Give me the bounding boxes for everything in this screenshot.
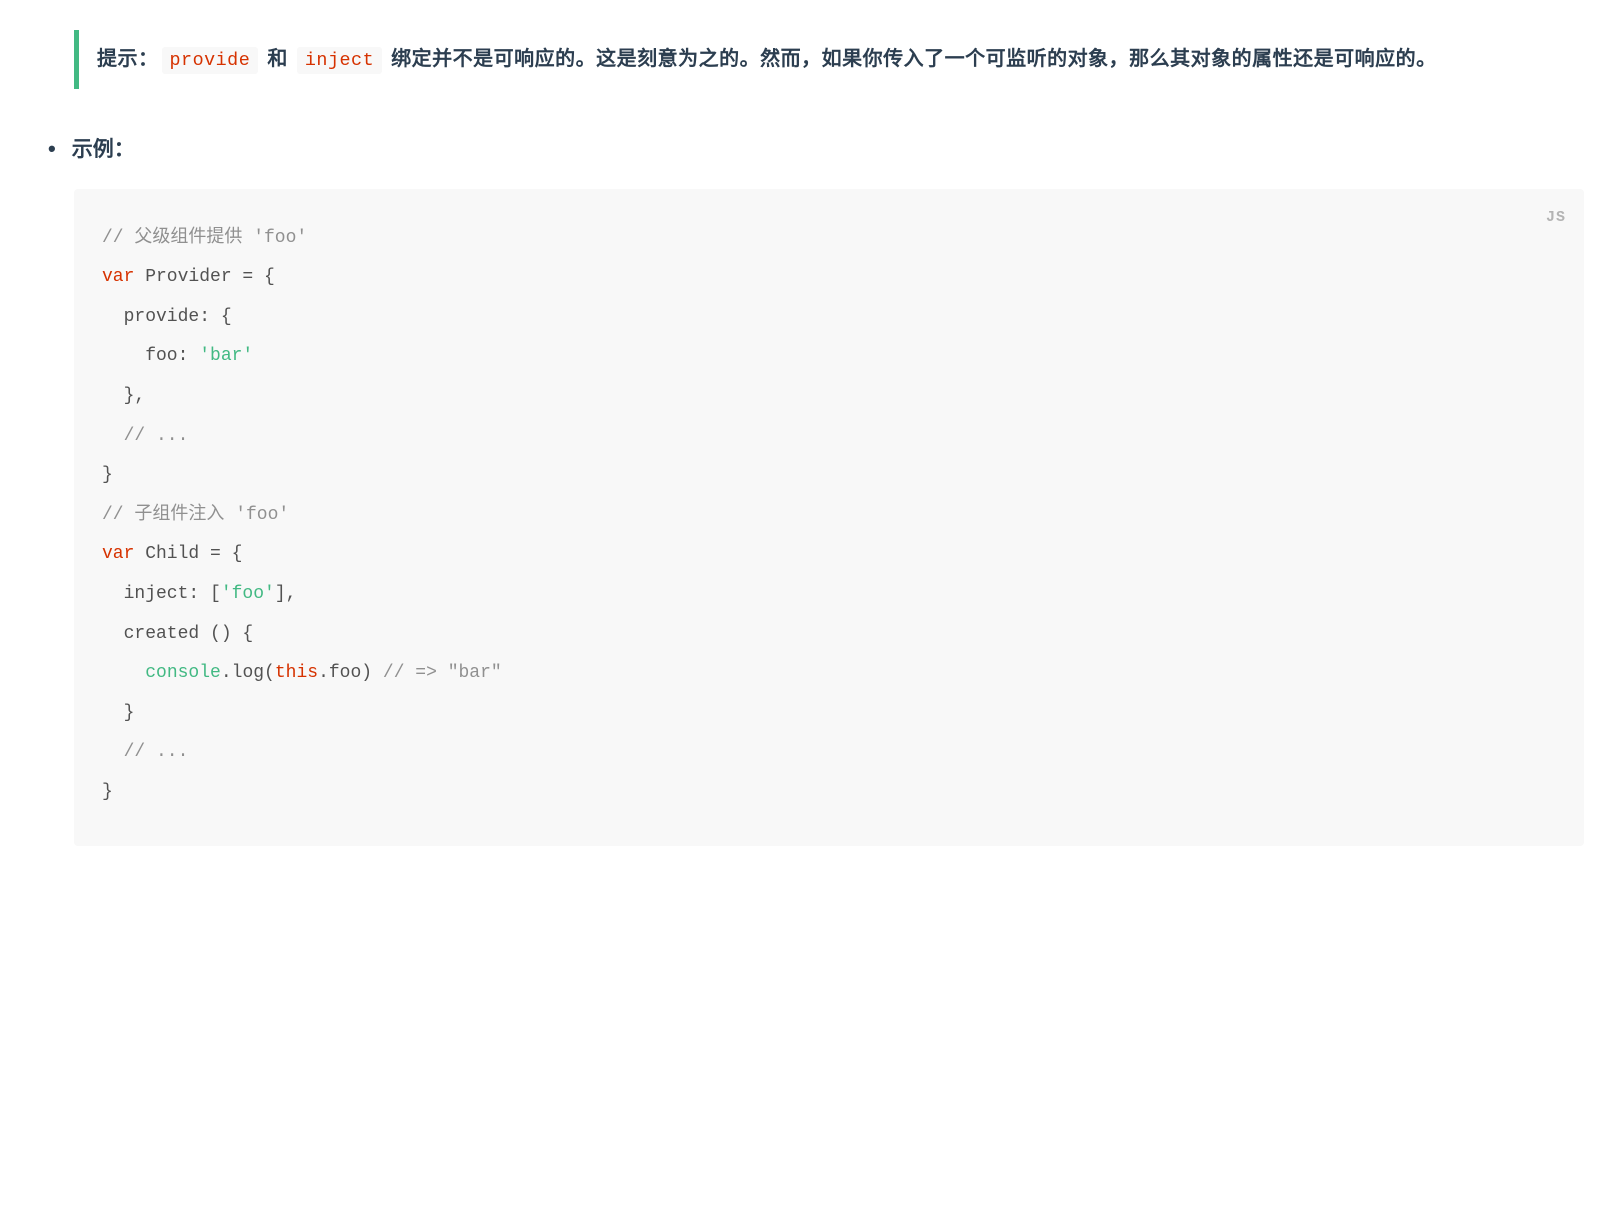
example-label: 示例： [72, 133, 135, 167]
callout-prefix: 提示： [97, 48, 159, 70]
code-this: this [275, 663, 318, 683]
code-comment: // 子组件注入 'foo' [102, 505, 289, 525]
code-string: 'foo' [221, 584, 275, 604]
code-ident: } [102, 782, 113, 802]
inline-code-provide: provide [162, 47, 259, 74]
code-line: // 子组件注入 'foo' [102, 496, 1556, 536]
code-line: // ... [102, 733, 1556, 773]
code-keyword: var [102, 267, 134, 287]
code-attr: foo: [102, 346, 199, 366]
code-line: // ... [102, 417, 1556, 457]
code-line: foo: 'bar' [102, 337, 1556, 377]
code-comment: // => "bar" [383, 663, 502, 683]
code-string: 'bar' [199, 346, 253, 366]
code-line: } [102, 694, 1556, 734]
code-comment: // 父级组件提供 'foo' [102, 228, 307, 248]
callout-rest: 绑定并不是可响应的。这是刻意为之的。然而，如果你传入了一个可监听的对象，那么其对… [385, 48, 1437, 70]
code-comment: // ... [102, 426, 188, 446]
code-line: created () { [102, 615, 1556, 655]
code-ident: } [102, 465, 113, 485]
code-attr: created () { [102, 624, 253, 644]
code-line: } [102, 773, 1556, 813]
callout-text: 提示：provide 和 inject 绑定并不是可响应的。这是刻意为之的。然而… [97, 48, 1437, 70]
code-line: var Provider = { [102, 258, 1556, 298]
code-ident: .log( [221, 663, 275, 683]
code-comment: // ... [102, 742, 188, 762]
code-line: provide: { [102, 298, 1556, 338]
example-list-item: • 示例： [40, 131, 1584, 167]
code-ident: .foo) [318, 663, 383, 683]
code-indent [102, 663, 145, 683]
code-line: // 父级组件提供 'foo' [102, 219, 1556, 259]
code-console: console [145, 663, 221, 683]
callout-mid: 和 [261, 48, 294, 70]
code-line: }, [102, 377, 1556, 417]
code-attr: inject: [ [102, 584, 221, 604]
tip-callout: 提示：provide 和 inject 绑定并不是可响应的。这是刻意为之的。然而… [74, 30, 1584, 89]
code-line: } [102, 456, 1556, 496]
inline-code-inject: inject [297, 47, 382, 74]
code-line: var Child = { [102, 535, 1556, 575]
code-ident: ], [275, 584, 297, 604]
code-ident: Child = { [134, 544, 242, 564]
bullet-icon: • [48, 131, 56, 166]
code-attr: provide: { [102, 307, 232, 327]
code-line: console.log(this.foo) // => "bar" [102, 654, 1556, 694]
code-ident: }, [102, 386, 145, 406]
lang-badge: JS [1546, 201, 1566, 234]
code-keyword: var [102, 544, 134, 564]
code-line: inject: ['foo'], [102, 575, 1556, 615]
code-ident: } [102, 703, 134, 723]
code-block: JS // 父级组件提供 'foo' var Provider = { prov… [74, 189, 1584, 847]
code-ident: Provider = { [134, 267, 274, 287]
